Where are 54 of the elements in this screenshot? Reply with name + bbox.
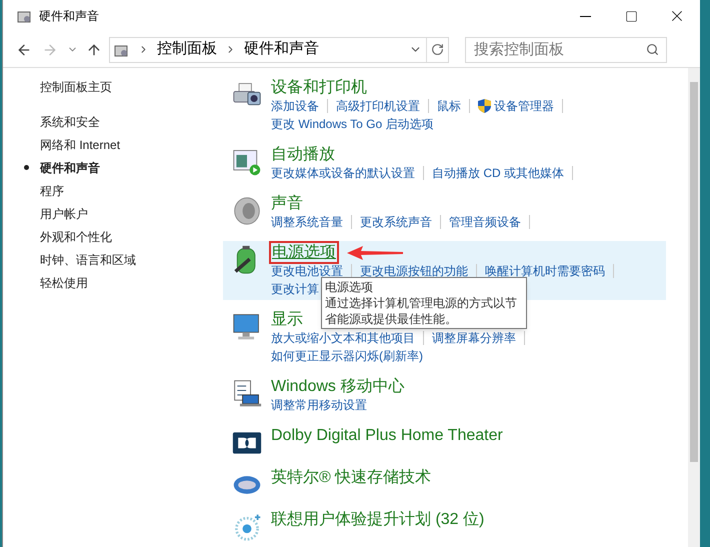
breadcrumb-item[interactable]: 硬件和声音 — [244, 38, 319, 61]
task-link[interactable]: 更改系统声音 — [360, 213, 432, 231]
task-link[interactable]: 更改计算 — [271, 280, 319, 298]
sidebar-item[interactable]: 硬件和声音 — [40, 158, 100, 176]
task-link[interactable]: 放大或缩小文本和其他项目 — [271, 329, 415, 347]
tooltip-text: 通过选择计算机管理电源的方式以节省能源或提供最佳性能。 — [325, 295, 518, 327]
category-title-link[interactable]: Dolby Digital Plus Home Theater — [271, 426, 503, 445]
search-icon — [646, 42, 659, 56]
category-title-link[interactable]: 电源选项 — [271, 243, 337, 262]
refresh-icon — [431, 43, 444, 56]
speaker-icon — [232, 196, 262, 226]
sidebar-item[interactable]: 程序 — [40, 182, 64, 200]
monitor-icon — [232, 312, 262, 342]
category-title-link[interactable]: 联想用户体验提升计划 (32 位) — [271, 510, 484, 529]
category-title-link[interactable]: 自动播放 — [271, 145, 335, 164]
task-link[interactable]: 高级打印机设置 — [336, 97, 420, 115]
maximize-icon — [624, 10, 638, 22]
task-link[interactable]: 调整系统音量 — [271, 213, 343, 231]
sidebar-item[interactable]: 轻松使用 — [40, 274, 88, 292]
tooltip-title: 电源选项 — [325, 279, 374, 295]
breadcrumb-item[interactable]: 控制面板 — [157, 38, 217, 61]
task-link[interactable]: 更改电池设置 — [271, 262, 343, 280]
task-link[interactable]: 添加设备 — [271, 97, 319, 115]
forward-arrow-icon — [42, 42, 58, 58]
search-field[interactable]: 搜索控制面板 — [465, 36, 667, 62]
sidebar-item[interactable]: 用户帐户 — [40, 204, 88, 222]
autoplay-icon — [232, 147, 262, 177]
task-link[interactable]: 唤醒计算机时需要密码 — [485, 262, 605, 280]
task-link[interactable]: 调整屏幕分辨率 — [432, 329, 516, 347]
task-link[interactable]: 更改 Windows To Go 启动选项 — [271, 115, 434, 133]
dotted-globe-icon — [232, 512, 262, 542]
category-title-link[interactable]: 声音 — [271, 194, 303, 213]
sidebar-item[interactable]: 网络和 Internet — [40, 136, 120, 154]
task-link[interactable]: 更改媒体或设备的默认设置 — [271, 164, 415, 182]
category-title-link[interactable]: 设备和打印机 — [271, 78, 367, 97]
task-link[interactable]: 自动播放 CD 或其他媒体 — [432, 164, 564, 182]
task-link[interactable]: 设备管理器 — [478, 97, 554, 115]
shield-icon — [478, 99, 491, 113]
category-title-link[interactable]: Windows 移动中心 — [271, 377, 404, 396]
category-title-link[interactable]: 显示 — [271, 310, 303, 329]
task-link[interactable]: 如何更正显示器闪烁(刷新率) — [271, 347, 423, 365]
category-title-link[interactable]: 英特尔® 快速存储技术 — [271, 468, 432, 487]
laptop-checklist-icon — [232, 379, 262, 409]
sidebar-item[interactable]: 系统和安全 — [40, 112, 100, 130]
task-link[interactable]: 调整常用移动设置 — [271, 396, 367, 414]
window-title: 硬件和声音 — [39, 8, 99, 25]
sidebar-item[interactable]: 外观和个性化 — [40, 228, 112, 246]
sidebar-item[interactable]: 时钟、语言和区域 — [40, 250, 136, 268]
task-link[interactable]: 鼠标 — [437, 97, 461, 115]
address-bar[interactable]: 控制面板 硬件和声音 — [109, 36, 449, 62]
sidebar-home-link[interactable]: 控制面板主页 — [40, 76, 223, 98]
pointer-arrow — [347, 246, 403, 260]
task-link[interactable]: 更改电源按钮的功能 — [360, 262, 468, 280]
task-link[interactable]: 管理音频设备 — [449, 213, 521, 231]
